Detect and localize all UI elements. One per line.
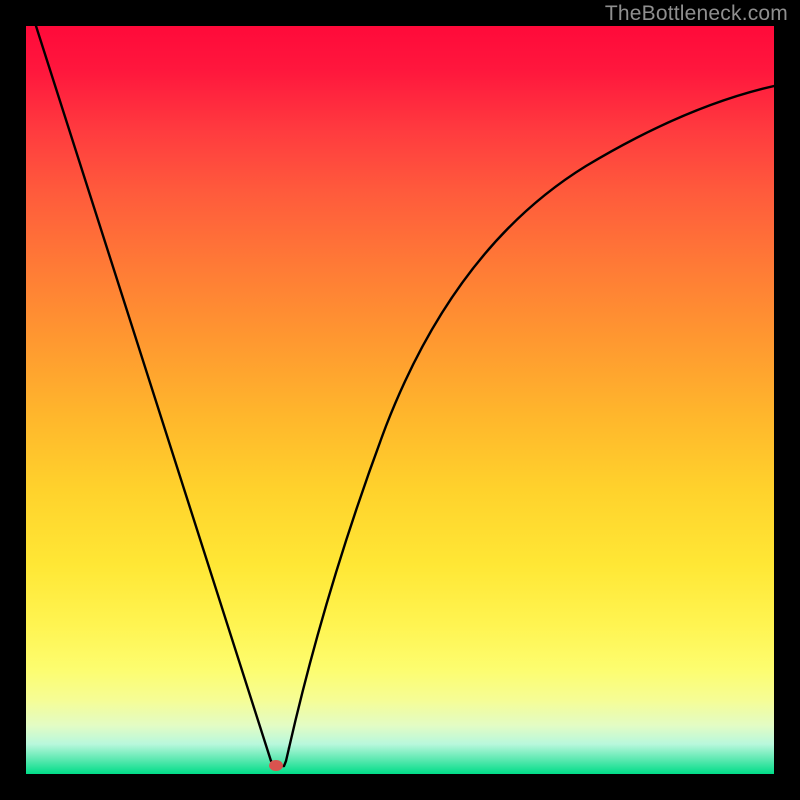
bottleneck-curve <box>26 26 774 774</box>
plot-area <box>26 26 774 774</box>
chart-frame: TheBottleneck.com <box>0 0 800 800</box>
watermark-text: TheBottleneck.com <box>605 2 788 26</box>
optimal-point-marker <box>269 760 283 771</box>
